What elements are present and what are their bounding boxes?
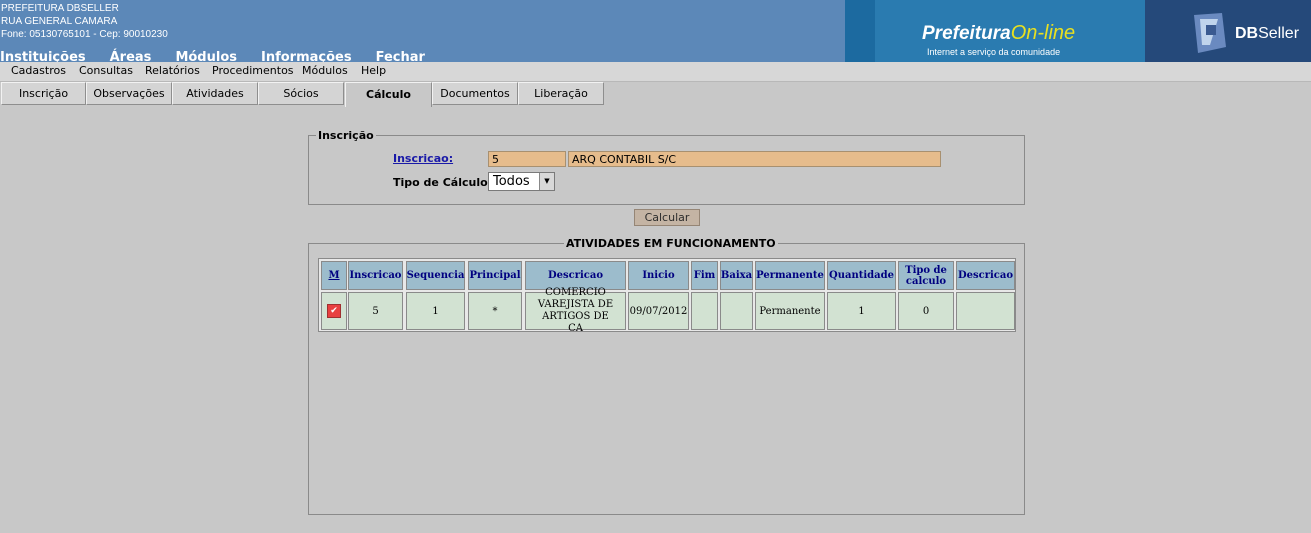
table-cell-descricao-2 [956, 292, 1015, 330]
row-checkbox[interactable]: ✔ [327, 304, 341, 318]
brand-banner: PrefeituraOn-line Internet a serviço da … [845, 0, 1311, 62]
table-cell-marcar: ✔ [321, 292, 347, 330]
org-phone: Fone: 05130765101 - Cep: 90010230 [1, 29, 168, 40]
table-cell-tipo-calculo: 0 [898, 292, 954, 330]
top-menu-fechar[interactable]: Fechar [376, 50, 425, 62]
inscricao-link[interactable]: Inscricao: [393, 152, 453, 165]
brand-tagline: Internet a serviço da comunidade [927, 47, 1061, 57]
menu-procedimentos[interactable]: Procedimentos [212, 64, 294, 77]
table-cell-permanente: Permanente [755, 292, 825, 330]
inscricao-input[interactable]: 5 [488, 151, 566, 167]
column-header-descricao-2: Descricao [956, 261, 1015, 290]
column-header-baixa: Baixa [720, 261, 753, 290]
top-menu-informacoes[interactable]: Informações [261, 50, 352, 62]
chevron-down-icon: ▼ [539, 173, 554, 190]
brand-logo-text: PrefeituraOn-line [922, 22, 1075, 45]
column-header-fim: Fim [691, 261, 718, 290]
tipo-calculo-label: Tipo de Cálculo: [393, 176, 493, 189]
tipo-calculo-value: Todos [493, 174, 530, 189]
tab-liberacao[interactable]: Liberação [518, 82, 604, 105]
table-cell-inscricao: 5 [348, 292, 403, 330]
table-cell-inicio: 09/07/2012 [628, 292, 689, 330]
inscricao-legend: Inscrição [316, 129, 376, 142]
column-header-descricao: Descricao [525, 261, 626, 290]
atividades-table: M Inscricao Sequencia Principal Descrica… [318, 258, 1016, 334]
tab-calculo[interactable]: Cálculo [345, 82, 432, 107]
top-menu: Instituições Áreas Módulos Informações Fecha… [0, 46, 449, 62]
dbseller-logo-icon [1194, 13, 1226, 53]
column-header-inscricao: Inscricao [348, 261, 403, 290]
menu-cadastros[interactable]: Cadastros [11, 64, 66, 77]
vendor-logo-text: DBSeller [1235, 25, 1299, 43]
menu-help[interactable]: Help [361, 64, 386, 77]
menu-modulos[interactable]: Módulos [302, 64, 348, 77]
vendor-bold: DB [1235, 25, 1259, 42]
top-menu-instituicoes[interactable]: Instituições [0, 50, 86, 62]
tab-observacoes[interactable]: Observações [86, 82, 172, 105]
table-cell-baixa [720, 292, 753, 330]
column-header-quantidade: Quantidade [827, 261, 896, 290]
column-header-tipo-calculo: Tipo de calculo [898, 261, 954, 290]
tab-socios[interactable]: Sócios [258, 82, 344, 105]
nome-input[interactable]: ARQ CONTABIL S/C [568, 151, 941, 167]
tab-documentos[interactable]: Documentos [432, 82, 518, 105]
org-name: PREFEITURA DBSELLER [1, 3, 119, 14]
table-cell-fim [691, 292, 718, 330]
tab-inscricao[interactable]: Inscrição [1, 82, 86, 105]
atividades-legend: ATIVIDADES EM FUNCIONAMENTO [564, 237, 778, 250]
column-header-sequencia: Sequencia [406, 261, 465, 290]
column-header-inicio: Inicio [628, 261, 689, 290]
calcular-button[interactable]: Calcular [634, 209, 700, 226]
brand-main: Prefeitura [922, 23, 1011, 44]
org-address: RUA GENERAL CAMARA [1, 16, 118, 27]
column-header-permanente: Permanente [755, 261, 825, 290]
column-header-marcar[interactable]: M [321, 261, 347, 290]
banner-stripe [845, 0, 875, 62]
column-header-principal: Principal [468, 261, 522, 290]
tab-atividades[interactable]: Atividades [172, 82, 258, 105]
table-cell-quantidade: 1 [827, 292, 896, 330]
menu-relatorios[interactable]: Relatórios [145, 64, 200, 77]
top-menu-modulos[interactable]: Módulos [175, 50, 237, 62]
menu-consultas[interactable]: Consultas [79, 64, 133, 77]
table-cell-descricao: COMERCIO VAREJISTA DE ARTIGOS DE CA [525, 287, 626, 334]
vendor-rest: Seller [1258, 25, 1300, 42]
table-cell-principal: * [468, 292, 522, 330]
top-menu-areas[interactable]: Áreas [110, 50, 152, 62]
tipo-calculo-select[interactable]: Todos ▼ [488, 172, 555, 191]
menu-bar: Cadastros Consultas Relatórios Procedime… [0, 62, 1311, 82]
brand-accent: On-line [1010, 22, 1076, 44]
table-cell-sequencia: 1 [406, 292, 465, 330]
inscricao-fieldset [308, 135, 1025, 205]
